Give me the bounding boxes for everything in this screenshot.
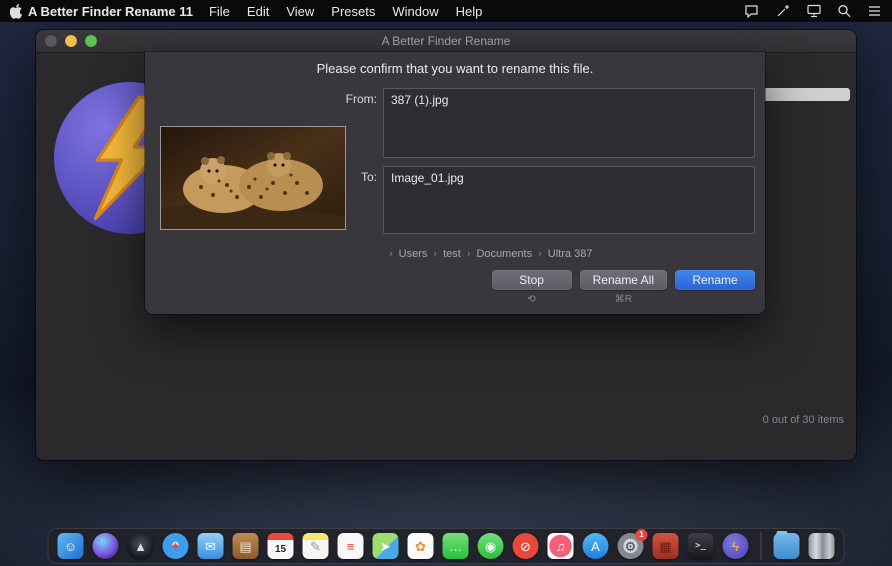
app-glyph: >_	[695, 542, 706, 551]
app-glyph: ☺	[64, 540, 77, 553]
menu-help[interactable]: Help	[456, 4, 483, 19]
app-glyph: ≡	[347, 540, 355, 553]
dock-item-terminal[interactable]: >_	[688, 533, 714, 559]
progress-bar	[758, 88, 850, 101]
dock-item-music[interactable]: ♫	[548, 533, 574, 559]
app-glyph: ⊘	[520, 540, 531, 553]
app-glyph: ♫	[556, 540, 566, 553]
from-filename-field[interactable]: 387 (1).jpg	[383, 88, 755, 158]
items-count-status: 0 out of 30 items	[763, 414, 844, 426]
dock-item-launchpad[interactable]: ▲	[128, 533, 154, 559]
app-glyph: ▲	[134, 540, 147, 553]
dock-item-blocked[interactable]: ⊘	[513, 533, 539, 559]
window-titlebar[interactable]: A Better Finder Rename	[36, 30, 856, 53]
dock-item-app-store[interactable]: A	[583, 533, 609, 559]
to-filename-field[interactable]: Image_01.jpg	[383, 166, 755, 234]
menu-presets[interactable]: Presets	[331, 4, 375, 19]
dock-apps: ☺ ▲ ✦ ✉ ▤	[58, 533, 749, 559]
rename-all-button[interactable]: Rename All	[580, 270, 667, 290]
dock-item-messages[interactable]: …	[443, 533, 469, 559]
breadcrumb: UserstestDocumentsUltra 387	[383, 248, 592, 260]
dock-folders	[774, 533, 835, 559]
app-glyph: A	[591, 540, 600, 553]
app-glyph: 15	[275, 545, 286, 555]
dock-item-trash[interactable]	[809, 533, 835, 559]
dock-separator	[761, 532, 762, 560]
dock-item-siri[interactable]	[93, 533, 119, 559]
from-label: From:	[317, 92, 377, 106]
app-glyph: ✦	[170, 540, 181, 553]
app-glyph: …	[449, 540, 462, 553]
dock-item-mail[interactable]: ✉	[198, 533, 224, 559]
dock: ☺ ▲ ✦ ✉ ▤	[48, 528, 845, 564]
wand-icon[interactable]	[775, 4, 791, 18]
dock-item-photos[interactable]: ✿	[408, 533, 434, 559]
dock-item-downloads-folder[interactable]	[774, 533, 800, 559]
notification-badge: 1	[636, 529, 648, 541]
dock-item-reminders[interactable]: ≡	[338, 533, 364, 559]
menu-bar: A Better Finder Rename 11 File Edit View Pr…	[0, 0, 892, 22]
apple-menu-icon[interactable]	[10, 4, 22, 19]
menu-app-name[interactable]: A Better Finder Rename 11	[28, 4, 193, 19]
stop-shortcut-hint: ⟲	[527, 294, 535, 306]
rename-button[interactable]: Rename	[675, 270, 755, 290]
app-window: A Better Finder Rename 0 out of 30 items…	[36, 30, 856, 460]
dialog-message: Please confirm that you want to rename t…	[145, 61, 765, 76]
desktop: A Better Finder Rename 11 File Edit View Pr…	[0, 0, 892, 566]
notification-center-icon[interactable]	[867, 5, 882, 17]
app-glyph: ▤	[239, 540, 251, 553]
crumb-test: test	[427, 248, 460, 260]
menu-items: File Edit View Presets Window Help	[209, 4, 482, 19]
app-glyph: ✉	[205, 540, 216, 553]
dialog-buttons: Stop ⟲ Rename All ⌘R Rename	[492, 270, 755, 306]
menu-view[interactable]: View	[286, 4, 314, 19]
menu-status-icons	[744, 4, 882, 18]
crumb-ultra-387: Ultra 387	[532, 248, 592, 260]
app-glyph: ϟ	[732, 540, 739, 553]
dock-item-better-finder-rename[interactable]: ϟ	[723, 533, 749, 559]
chat-bubble-icon[interactable]	[744, 4, 760, 18]
crumb-documents: Documents	[461, 248, 532, 260]
crumb-users: Users	[383, 248, 427, 260]
app-glyph: ◉	[485, 540, 496, 553]
dock-item-notes[interactable]: ✎	[303, 533, 329, 559]
display-icon[interactable]	[806, 4, 822, 18]
dock-item-facetime[interactable]: ◉	[478, 533, 504, 559]
app-glyph: ⚙	[625, 540, 637, 553]
app-glyph: ▦	[659, 540, 671, 553]
dock-item-system-preferences[interactable]: ⚙ 1	[618, 533, 644, 559]
rename-confirm-dialog: Please confirm that you want to rename t…	[145, 52, 765, 314]
rename-all-shortcut-hint: ⌘R	[615, 294, 632, 306]
dock-item-maps[interactable]: ➤	[373, 533, 399, 559]
menu-window[interactable]: Window	[392, 4, 438, 19]
stop-button[interactable]: Stop	[492, 270, 572, 290]
to-label: To:	[317, 170, 377, 184]
dock-item-calendar[interactable]: 15	[268, 533, 294, 559]
window-title: A Better Finder Rename	[36, 34, 856, 48]
dock-item-safari[interactable]: ✦	[163, 533, 189, 559]
dock-item-toolbox[interactable]: ▦	[653, 533, 679, 559]
spotlight-search-icon[interactable]	[837, 4, 852, 18]
menu-edit[interactable]: Edit	[247, 4, 269, 19]
menu-file[interactable]: File	[209, 4, 230, 19]
dock-item-books[interactable]: ▤	[233, 533, 259, 559]
dock-item-finder[interactable]: ☺	[58, 533, 84, 559]
app-glyph: ✿	[415, 540, 426, 553]
app-glyph: ✎	[310, 540, 321, 553]
app-glyph: ➤	[380, 540, 391, 553]
